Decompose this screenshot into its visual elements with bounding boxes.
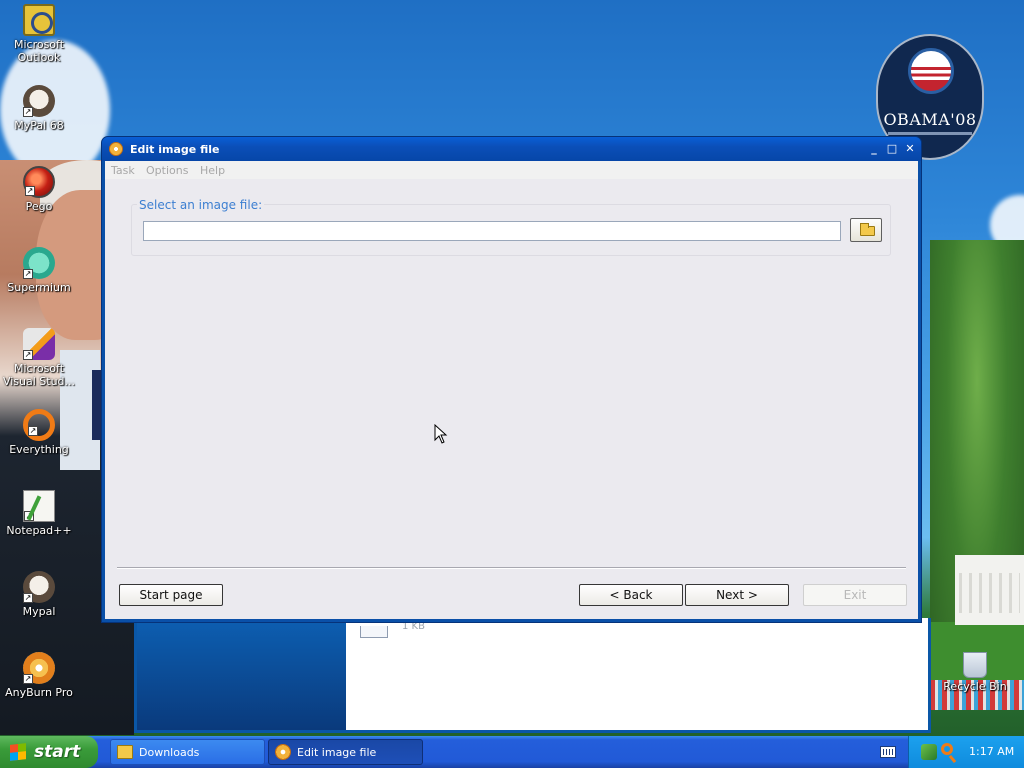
- desktop-icon-label: Mypal: [22, 605, 56, 618]
- desktop-icon-anyburn-pro[interactable]: ↗ AnyBurn Pro: [0, 652, 78, 699]
- minimize-button[interactable]: _: [866, 142, 882, 156]
- recycle-bin-icon: [963, 652, 987, 678]
- desktop-icon-notepad-plus-plus[interactable]: ↗ Notepad++: [0, 490, 78, 537]
- desktop-icon-mypal-68[interactable]: ↗ MyPal 68: [0, 85, 78, 132]
- taskbar-item-label: Edit image file: [297, 746, 377, 759]
- wallpaper-house: [955, 555, 1024, 625]
- folder-open-icon: [860, 223, 875, 236]
- mypal-icon: ↗: [23, 571, 55, 603]
- taskbar-item-label: Downloads: [139, 746, 200, 759]
- app-disc-icon: [275, 744, 291, 760]
- taskbar: start Downloads Edit image file 1:17 AM: [0, 736, 1024, 768]
- desktop-icon-label: AnyBurn Pro: [5, 686, 73, 699]
- network-icon[interactable]: [921, 744, 937, 760]
- desktop-icon-label: Recycle Bin: [943, 680, 1007, 693]
- everything-icon: ↗: [23, 409, 55, 441]
- close-button[interactable]: ✕: [902, 142, 918, 156]
- desktop-icon-label: Pego: [25, 200, 53, 213]
- desktop-icon-label: Everything: [9, 443, 69, 456]
- desktop-icon-label: Notepad++: [6, 524, 72, 537]
- browse-button[interactable]: [850, 218, 882, 242]
- menu-help[interactable]: Help: [200, 164, 225, 177]
- desktop-icon-label: MyPal 68: [14, 119, 64, 132]
- windows-flag-icon: [10, 743, 26, 761]
- system-tray: 1:17 AM: [908, 736, 1024, 768]
- explorer-task-pane: [137, 618, 346, 730]
- search-icon[interactable]: [941, 743, 953, 755]
- shortcut-arrow-icon: ↗: [23, 593, 33, 603]
- select-image-label: Select an image file:: [137, 198, 265, 212]
- window-titlebar[interactable]: Edit image file _ □ ✕: [102, 137, 921, 161]
- taskbar-item-downloads[interactable]: Downloads: [110, 739, 265, 765]
- exit-button[interactable]: Exit: [803, 584, 907, 606]
- taskbar-item-edit-image-file[interactable]: Edit image file: [268, 739, 423, 765]
- folder-icon: [117, 745, 133, 759]
- app-disc-icon[interactable]: [109, 142, 123, 156]
- desktop-icon-label: Microsoft Visual Stud...: [2, 362, 76, 388]
- start-label: start: [34, 742, 81, 762]
- desktop-icon-pego[interactable]: ↗ Pego: [0, 166, 78, 213]
- background-explorer-window[interactable]: 1 KB: [134, 618, 931, 733]
- mouse-cursor-icon: [434, 424, 448, 444]
- pego-icon: ↗: [23, 166, 55, 198]
- shortcut-arrow-icon: ↗: [25, 186, 35, 196]
- shortcut-arrow-icon: ↗: [28, 426, 38, 436]
- maximize-button[interactable]: □: [884, 142, 900, 156]
- start-button[interactable]: start: [0, 736, 98, 768]
- explorer-file-pane[interactable]: [346, 618, 928, 730]
- image-file-path-input[interactable]: [143, 221, 841, 241]
- desktop-icon-recycle-bin[interactable]: Recycle Bin: [936, 648, 1014, 693]
- next-button[interactable]: Next >: [685, 584, 789, 606]
- visual-studio-icon: ↗: [23, 328, 55, 360]
- desktop-icon-supermium[interactable]: ↗ Supermium: [0, 247, 78, 294]
- desktop-icon-everything[interactable]: ↗ Everything: [0, 409, 78, 456]
- window-client-area: Task Options Help Select an image file: …: [105, 161, 918, 619]
- anyburn-icon: ↗: [23, 652, 55, 684]
- menu-task[interactable]: Task: [111, 164, 135, 177]
- shortcut-arrow-icon: ↗: [23, 350, 33, 360]
- notepad-plus-plus-icon: ↗: [23, 490, 55, 522]
- edit-image-file-window[interactable]: Edit image file _ □ ✕ Task Options Help …: [101, 136, 922, 623]
- shortcut-arrow-icon: ↗: [23, 269, 33, 279]
- shortcut-arrow-icon: ↗: [24, 511, 34, 521]
- shortcut-arrow-icon: ↗: [23, 107, 33, 117]
- shortcut-arrow-icon: ↗: [23, 674, 33, 684]
- menu-bar: Task Options Help: [105, 161, 918, 179]
- back-button[interactable]: < Back: [579, 584, 683, 606]
- desktop-icon-microsoft-outlook[interactable]: Microsoft Outlook: [0, 4, 78, 64]
- start-page-button[interactable]: Start page: [119, 584, 223, 606]
- desktop-icon-visual-studio[interactable]: ↗ Microsoft Visual Stud...: [0, 328, 78, 388]
- desktop-icon-mypal[interactable]: ↗ Mypal: [0, 571, 78, 618]
- keyboard-icon[interactable]: [880, 746, 896, 758]
- mypal-icon: ↗: [23, 85, 55, 117]
- window-title: Edit image file: [130, 143, 220, 156]
- desktop-icon-label: Supermium: [7, 281, 71, 294]
- file-icon[interactable]: [360, 626, 388, 638]
- clock[interactable]: 1:17 AM: [969, 745, 1014, 758]
- supermium-icon: ↗: [23, 247, 55, 279]
- footer-separator: [117, 567, 906, 569]
- logo-text: OBAMA'08: [883, 110, 977, 129]
- desktop-icon-label: Microsoft Outlook: [13, 38, 65, 64]
- menu-options[interactable]: Options: [146, 164, 188, 177]
- outlook-icon: [23, 4, 55, 36]
